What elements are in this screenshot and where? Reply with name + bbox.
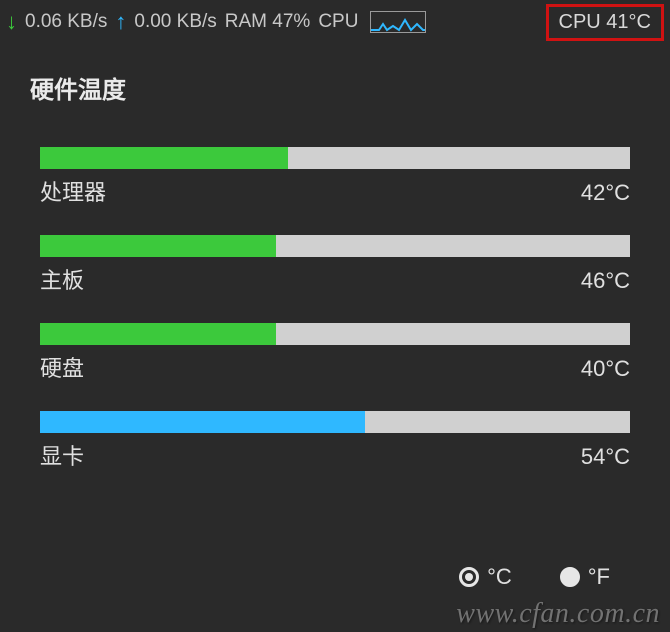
watermark: www.cfan.com.cn: [456, 598, 660, 630]
radio-dot-icon: [560, 567, 580, 587]
temp-label: 硬盘: [40, 351, 84, 383]
upload-arrow-icon: ↑: [115, 11, 126, 33]
temp-bar-track: [40, 147, 630, 169]
temp-bar-fill: [40, 411, 365, 433]
topbar: ↓ 0.06 KB/s ↑ 0.00 KB/s RAM 47% CPU CPU …: [0, 0, 670, 44]
temp-label: 处理器: [40, 175, 106, 207]
unit-fahrenheit-label: °F: [588, 564, 610, 590]
unit-fahrenheit-radio[interactable]: °F: [560, 564, 610, 590]
ram-usage: RAM 47%: [225, 11, 311, 33]
temp-bar-track: [40, 411, 630, 433]
temperature-bar-list: 处理器 42°C 主板 46°C 硬盘 40°C 显卡 54°C: [0, 105, 670, 471]
unit-toggle: °C °F: [459, 564, 610, 590]
temp-value: 46°C: [581, 268, 630, 294]
radio-dot-icon: [459, 567, 479, 587]
unit-celsius-label: °C: [487, 564, 512, 590]
temp-bar-track: [40, 323, 630, 345]
temp-bar-fill: [40, 147, 288, 169]
temp-value: 42°C: [581, 180, 630, 206]
unit-celsius-radio[interactable]: °C: [459, 564, 512, 590]
upload-speed: 0.00 KB/s: [134, 11, 216, 33]
temp-item-disk: 硬盘 40°C: [40, 323, 630, 383]
temp-label: 显卡: [40, 439, 84, 471]
temp-item-cpu: 处理器 42°C: [40, 147, 630, 207]
temp-item-gpu: 显卡 54°C: [40, 411, 630, 471]
temp-item-mainboard: 主板 46°C: [40, 235, 630, 295]
download-speed: 0.06 KB/s: [25, 11, 107, 33]
cpu-usage-graph: [370, 11, 426, 33]
cpu-temp-highlight: CPU 41°C: [546, 4, 664, 41]
temp-value: 40°C: [581, 356, 630, 382]
temp-value: 54°C: [581, 444, 630, 470]
cpu-label: CPU: [318, 11, 358, 33]
section-title: 硬件温度: [0, 44, 670, 105]
temp-bar-track: [40, 235, 630, 257]
temp-label: 主板: [40, 263, 84, 295]
download-arrow-icon: ↓: [6, 11, 17, 33]
temp-bar-fill: [40, 323, 276, 345]
temp-bar-fill: [40, 235, 276, 257]
